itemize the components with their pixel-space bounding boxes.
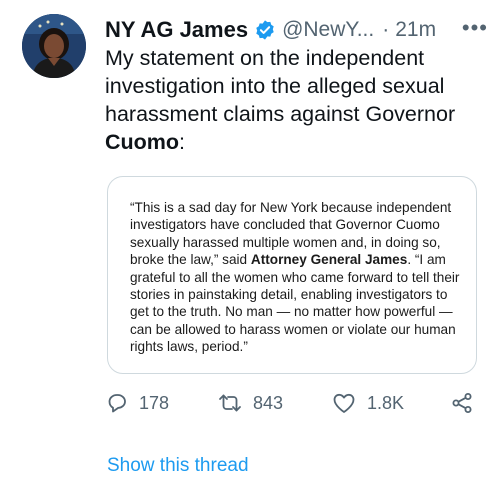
show-thread-link[interactable]: Show this thread [107, 455, 249, 477]
avatar[interactable] [22, 14, 86, 78]
avatar-image [22, 14, 86, 78]
tweet-header: NY AG James @NewY... · 21m ••• [105, 12, 490, 48]
tweet-text-part1: My statement on the independent investig… [105, 46, 456, 126]
quote-image-card[interactable]: “This is a sad day for New York because … [107, 176, 477, 374]
quote-text: “This is a sad day for New York because … [130, 199, 460, 356]
more-options-icon[interactable]: ••• [462, 17, 488, 39]
tweet-timestamp[interactable]: 21m [395, 18, 436, 42]
retweet-count: 843 [253, 392, 284, 413]
verified-badge-icon [254, 19, 276, 41]
tweet-text-bold: Cuomo [105, 130, 180, 154]
quote-text-bold: Attorney General James [250, 252, 408, 268]
separator-dot: · [382, 18, 390, 41]
action-bar: 178 843 1.8K [105, 386, 485, 420]
tweet-text: My statement on the independent investig… [105, 44, 485, 156]
quote-text-part2: . “I am grateful to all the women who ca… [130, 252, 460, 355]
retweet-button[interactable]: 843 [217, 386, 283, 420]
author-name[interactable]: NY AG James [105, 17, 248, 43]
share-icon [450, 391, 474, 415]
like-count: 1.8K [367, 392, 405, 413]
reply-button[interactable]: 178 [105, 386, 169, 420]
share-button[interactable] [450, 386, 474, 420]
tweet-text-part2: : [179, 130, 186, 154]
reply-count: 178 [139, 392, 170, 413]
like-button[interactable]: 1.8K [331, 386, 404, 420]
author-handle[interactable]: @NewY... [282, 18, 374, 42]
heart-icon [331, 391, 357, 415]
reply-icon [105, 391, 129, 415]
retweet-icon [217, 391, 243, 415]
